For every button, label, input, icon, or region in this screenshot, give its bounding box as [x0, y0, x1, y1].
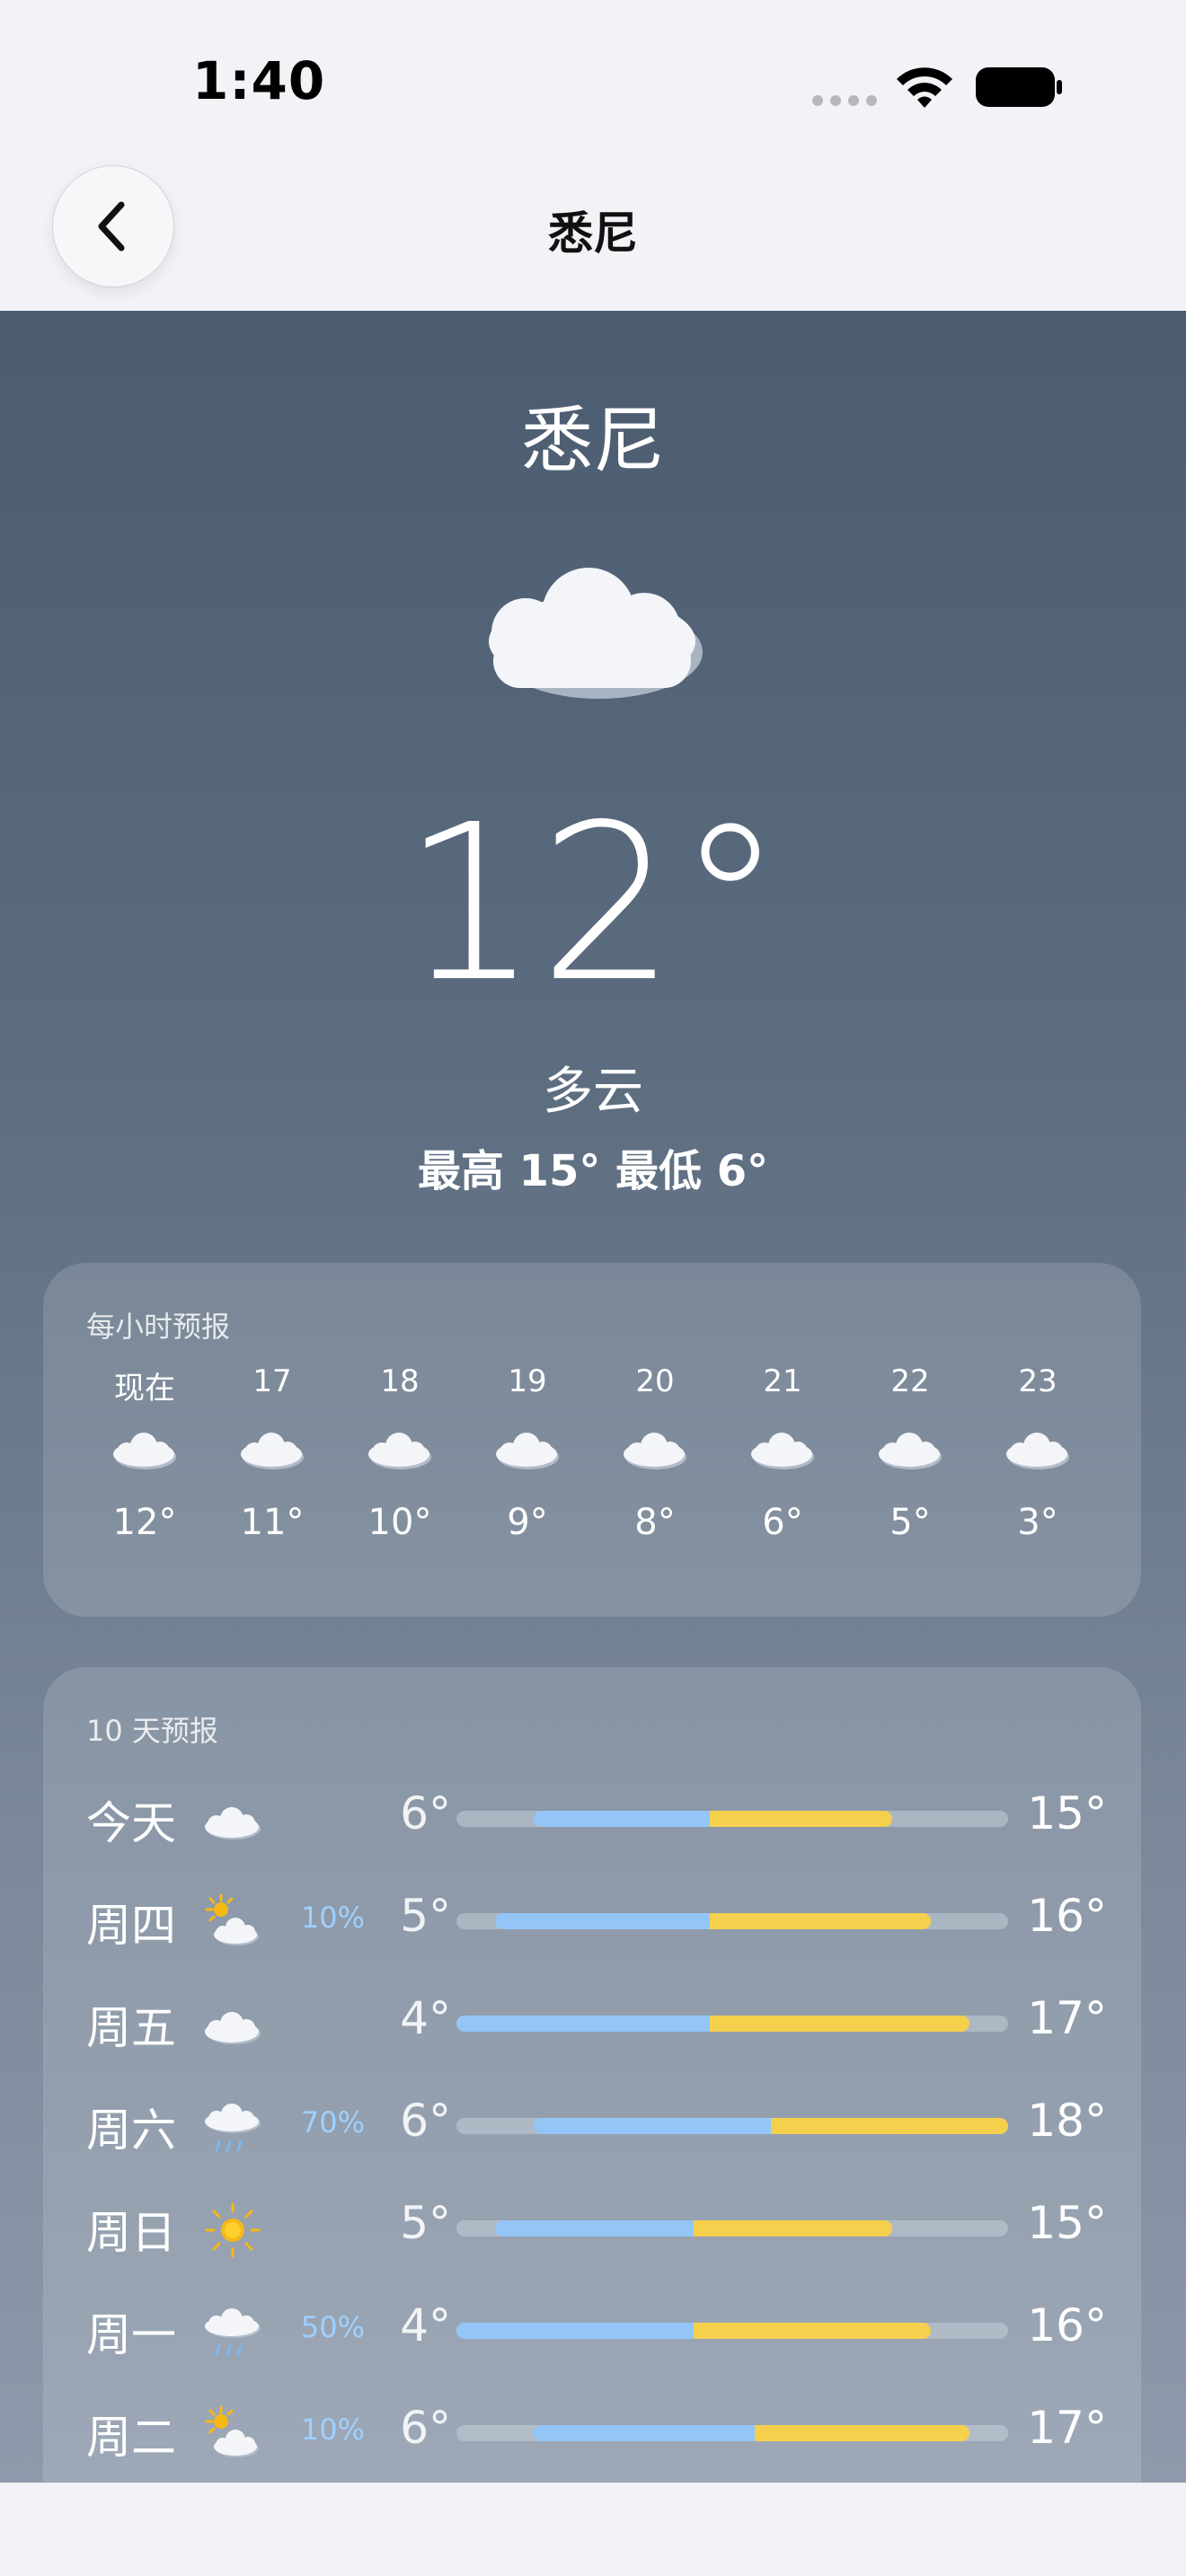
cloud-icon [201, 1789, 264, 1852]
hour-temp: 3° [1017, 1502, 1058, 1543]
day-precip: 50% [300, 2310, 365, 2344]
status-bar: 1:40 [0, 0, 1186, 162]
hour-item: 20 8° [597, 1363, 713, 1543]
bottom-bar [0, 2483, 1186, 2576]
day-name: 周一 [86, 2309, 176, 2361]
temp-range-bar [456, 2118, 1008, 2134]
day-high: 15° [1027, 1787, 1107, 1839]
day-low: 5° [400, 1890, 451, 1942]
day-high: 17° [1027, 1992, 1107, 2044]
hour-label: 18 [380, 1363, 420, 1399]
cloud-icon [489, 568, 703, 699]
temp-range-bar [456, 1913, 1008, 1929]
hour-temp: 11° [240, 1502, 305, 1543]
battery-icon [976, 67, 1062, 107]
day-high: 16° [1027, 2299, 1107, 2351]
city-name: 悉尼 [521, 399, 665, 482]
hour-item: 21 6° [724, 1363, 841, 1543]
day-name: 周六 [86, 2104, 176, 2157]
day-low: 6° [400, 1787, 451, 1839]
day-precip: 10% [300, 1901, 365, 1935]
rain-icon [201, 2301, 264, 2364]
hour-label: 19 [508, 1363, 547, 1399]
hour-temp: 6° [762, 1502, 803, 1543]
day-high: 15° [1027, 2197, 1107, 2249]
day-row: 周一 50% 4° 16° [43, 2287, 1141, 2368]
cloud-icon [201, 1994, 264, 2057]
high-low: 最高 15° 最低 6° [417, 1146, 769, 1196]
hour-label: 21 [763, 1363, 802, 1399]
day-high: 17° [1027, 2402, 1107, 2454]
weather-panel: 悉尼 12° 多云 最高 15° 最低 6° 每小时预报 现在 12° 17 1… [0, 311, 1186, 2483]
hour-item: 22 5° [852, 1363, 969, 1543]
day-high: 18° [1027, 2095, 1107, 2147]
day-low: 5° [400, 2197, 451, 2249]
daily-title: 10 天预报 [86, 1714, 218, 1748]
temp-range-bar [456, 2323, 1008, 2339]
hour-item: 23 3° [979, 1363, 1096, 1543]
day-precip: 10% [300, 2413, 365, 2447]
hour-item: 19 9° [469, 1363, 586, 1543]
day-name: 周二 [86, 2412, 176, 2464]
day-row: 周四 10% 5° 16° [43, 1877, 1141, 1958]
temp-range-bar [456, 2016, 1008, 2032]
day-name: 周日 [86, 2207, 176, 2259]
cloud-icon [1005, 1426, 1071, 1473]
daily-forecast-card: 10 天预报 今天 6° 15° 周四 10% 5° 16° 周五 4° 17° [43, 1667, 1141, 2483]
hour-label: 20 [635, 1363, 675, 1399]
cloud-icon [494, 1426, 561, 1473]
wifi-icon [897, 67, 952, 108]
current-temp: 12° [402, 778, 784, 1029]
day-row: 周六 70% 6° 18° [43, 2082, 1141, 2163]
hour-temp: 10° [367, 1502, 432, 1543]
signal-icon [812, 95, 877, 106]
hour-item: 17 11° [214, 1363, 331, 1543]
hourly-title: 每小时预报 [86, 1310, 231, 1344]
day-precip: 70% [300, 2105, 365, 2139]
partly-sunny-icon [201, 2404, 264, 2466]
hour-temp: 12° [112, 1502, 177, 1543]
hour-label: 17 [252, 1363, 292, 1399]
cloud-icon [239, 1426, 305, 1473]
day-low: 6° [400, 2402, 451, 2454]
day-row: 周二 10% 6° 17° [43, 2389, 1141, 2470]
day-name: 今天 [86, 1797, 176, 1849]
day-row: 周日 5° 15° [43, 2184, 1141, 2265]
hour-item: 18 10° [341, 1363, 458, 1543]
temp-range-bar [456, 2220, 1008, 2236]
cloud-icon [877, 1426, 943, 1473]
day-low: 4° [400, 2299, 451, 2351]
day-low: 4° [400, 1992, 451, 2044]
hour-label: 现在 [114, 1371, 175, 1407]
cloud-icon [622, 1426, 688, 1473]
nav-bar: 悉尼 [0, 162, 1186, 311]
day-low: 6° [400, 2095, 451, 2147]
day-high: 16° [1027, 1890, 1107, 1942]
hour-label: 23 [1018, 1363, 1058, 1399]
temp-range-bar [456, 2425, 1008, 2441]
temp-range-bar [456, 1811, 1008, 1827]
sun-icon [201, 2199, 264, 2262]
day-name: 周四 [86, 1900, 176, 1952]
cloud-icon [367, 1426, 433, 1473]
hour-label: 22 [890, 1363, 930, 1399]
day-row: 今天 6° 15° [43, 1775, 1141, 1856]
hour-temp: 8° [634, 1502, 676, 1543]
partly-sunny-icon [201, 1892, 264, 1954]
page-title: 悉尼 [548, 207, 638, 260]
cloud-icon [111, 1426, 178, 1473]
hour-item: 现在 12° [86, 1363, 203, 1543]
day-name: 周五 [86, 2002, 176, 2054]
hour-temp: 5° [890, 1502, 931, 1543]
cloud-icon [749, 1426, 816, 1473]
status-time: 1:40 [192, 50, 326, 111]
hourly-forecast-card: 每小时预报 现在 12° 17 11° 18 10° 19 9° 20 8° 2… [43, 1263, 1141, 1617]
hour-temp: 9° [507, 1502, 548, 1543]
current-condition: 多云 [543, 1063, 643, 1121]
day-row: 周五 4° 17° [43, 1980, 1141, 2060]
rain-icon [201, 2096, 264, 2159]
